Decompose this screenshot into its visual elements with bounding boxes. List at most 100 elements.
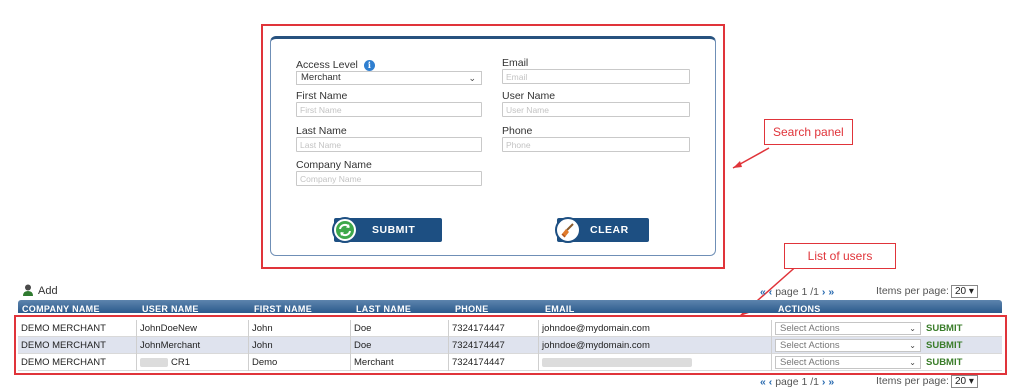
table-row: DEMO MERCHANT CR1 Demo Merchant 73241744…	[18, 354, 1002, 371]
clear-button[interactable]: CLEAR	[555, 217, 649, 243]
refresh-icon	[332, 217, 358, 243]
cell-first: John	[252, 323, 273, 334]
divider	[350, 337, 351, 354]
divider	[771, 337, 772, 354]
access-level-value: Merchant	[301, 72, 341, 83]
items-per-page-bottom: Items per page: 20 ▾	[876, 375, 978, 388]
chevron-down-icon: ⌄	[909, 358, 916, 367]
divider	[538, 320, 539, 337]
divider	[771, 320, 772, 337]
add-label: Add	[38, 285, 58, 297]
redacted-text	[140, 358, 168, 367]
pager-next[interactable]: › »	[822, 376, 834, 388]
user-name-field[interactable]	[502, 102, 690, 117]
redacted-email	[542, 358, 692, 367]
divider	[448, 337, 449, 354]
row-submit-button[interactable]: SUBMIT	[926, 340, 962, 351]
info-icon[interactable]: i	[363, 60, 375, 71]
col-company[interactable]: COMPANY NAME	[22, 304, 100, 313]
cell-company: DEMO MERCHANT	[21, 323, 106, 334]
actions-select-value: Select Actions	[780, 323, 840, 334]
email-label: Email	[502, 57, 529, 69]
items-per-page-value: 20	[954, 376, 967, 387]
table-row: DEMO MERCHANT JohnDoeNew John Doe 732417…	[18, 320, 1002, 337]
divider	[136, 337, 137, 354]
add-user-button[interactable]: Add	[22, 284, 58, 297]
divider	[248, 320, 249, 337]
actions-select-value: Select Actions	[780, 357, 840, 368]
cell-user: JohnMerchant	[140, 340, 201, 351]
cell-company: DEMO MERCHANT	[21, 357, 106, 368]
row-submit-button[interactable]: SUBMIT	[926, 357, 962, 368]
access-level-label-row: Access Level i	[296, 59, 375, 71]
divider	[538, 337, 539, 354]
divider	[248, 337, 249, 354]
row-submit-button[interactable]: SUBMIT	[926, 323, 962, 334]
first-name-label: First Name	[296, 90, 348, 102]
access-level-label: Access Level	[296, 59, 358, 71]
submit-button[interactable]: SUBMIT	[332, 217, 442, 243]
actions-select[interactable]: Select Actions ⌄	[775, 356, 921, 369]
actions-select[interactable]: Select Actions ⌄	[775, 339, 921, 352]
divider	[448, 354, 449, 371]
phone-field[interactable]	[502, 137, 690, 152]
cell-first: John	[252, 340, 273, 351]
divider	[538, 354, 539, 371]
email-field[interactable]	[502, 69, 690, 84]
divider	[350, 320, 351, 337]
col-first[interactable]: FIRST NAME	[254, 304, 312, 313]
divider	[771, 354, 772, 371]
divider	[136, 320, 137, 337]
actions-select[interactable]: Select Actions ⌄	[775, 322, 921, 335]
cell-user: JohnDoeNew	[140, 323, 198, 334]
pager-next[interactable]: › »	[822, 286, 834, 298]
company-name-label: Company Name	[296, 159, 372, 171]
col-user[interactable]: USER NAME	[142, 304, 199, 313]
list-of-users-callout: List of users	[784, 243, 896, 269]
pager-text: page 1 /1	[775, 286, 819, 298]
items-per-page-top: Items per page: 20 ▾	[876, 285, 978, 298]
search-panel-arrowhead	[733, 161, 742, 168]
first-name-field[interactable]	[296, 102, 482, 117]
divider	[248, 354, 249, 371]
cell-phone: 7324174447	[452, 357, 505, 368]
cell-company: DEMO MERCHANT	[21, 340, 106, 351]
items-per-page-select[interactable]: 20 ▾	[950, 375, 978, 388]
access-level-select[interactable]: Merchant ⌄	[296, 71, 482, 85]
chevron-down-icon: ⌄	[909, 324, 916, 333]
pager-prev[interactable]: « ‹	[760, 376, 772, 388]
phone-label: Phone	[502, 125, 533, 137]
broom-icon	[555, 217, 581, 243]
cell-phone: 7324174447	[452, 323, 505, 334]
col-email[interactable]: EMAIL	[545, 304, 575, 313]
divider	[350, 354, 351, 371]
clear-button-label: CLEAR	[590, 224, 629, 236]
chevron-down-icon: ⌄	[909, 341, 916, 350]
divider	[136, 354, 137, 371]
last-name-label: Last Name	[296, 125, 347, 137]
col-actions: ACTIONS	[778, 304, 821, 313]
cell-phone: 7324174447	[452, 340, 505, 351]
cell-first: Demo	[252, 357, 278, 368]
company-name-field[interactable]	[296, 171, 482, 186]
last-name-field[interactable]	[296, 137, 482, 152]
cell-email: johndoe@mydomain.com	[542, 340, 650, 351]
cell-last: Merchant	[354, 357, 394, 368]
add-user-icon	[22, 284, 34, 296]
search-panel-callout: Search panel	[764, 119, 853, 145]
cell-email: johndoe@mydomain.com	[542, 323, 650, 334]
search-panel: Access Level i Merchant ⌄ First Name Last…	[270, 36, 716, 256]
refresh-icon-svg	[336, 221, 354, 239]
col-last[interactable]: LAST NAME	[356, 304, 411, 313]
divider	[448, 320, 449, 337]
pager-prev[interactable]: « ‹	[760, 286, 772, 298]
cell-last: Doe	[354, 323, 372, 334]
broom-icon-svg	[559, 221, 577, 239]
col-phone[interactable]: PHONE	[455, 304, 489, 313]
items-per-page-select[interactable]: 20 ▾	[950, 285, 978, 298]
cell-last: Doe	[354, 340, 372, 351]
table-row: DEMO MERCHANT JohnMerchant John Doe 7324…	[18, 337, 1002, 354]
submit-button-label: SUBMIT	[372, 224, 416, 236]
add-user-icon-svg	[23, 284, 33, 296]
pager-top: « ‹ page 1 /1 › »	[760, 286, 834, 298]
